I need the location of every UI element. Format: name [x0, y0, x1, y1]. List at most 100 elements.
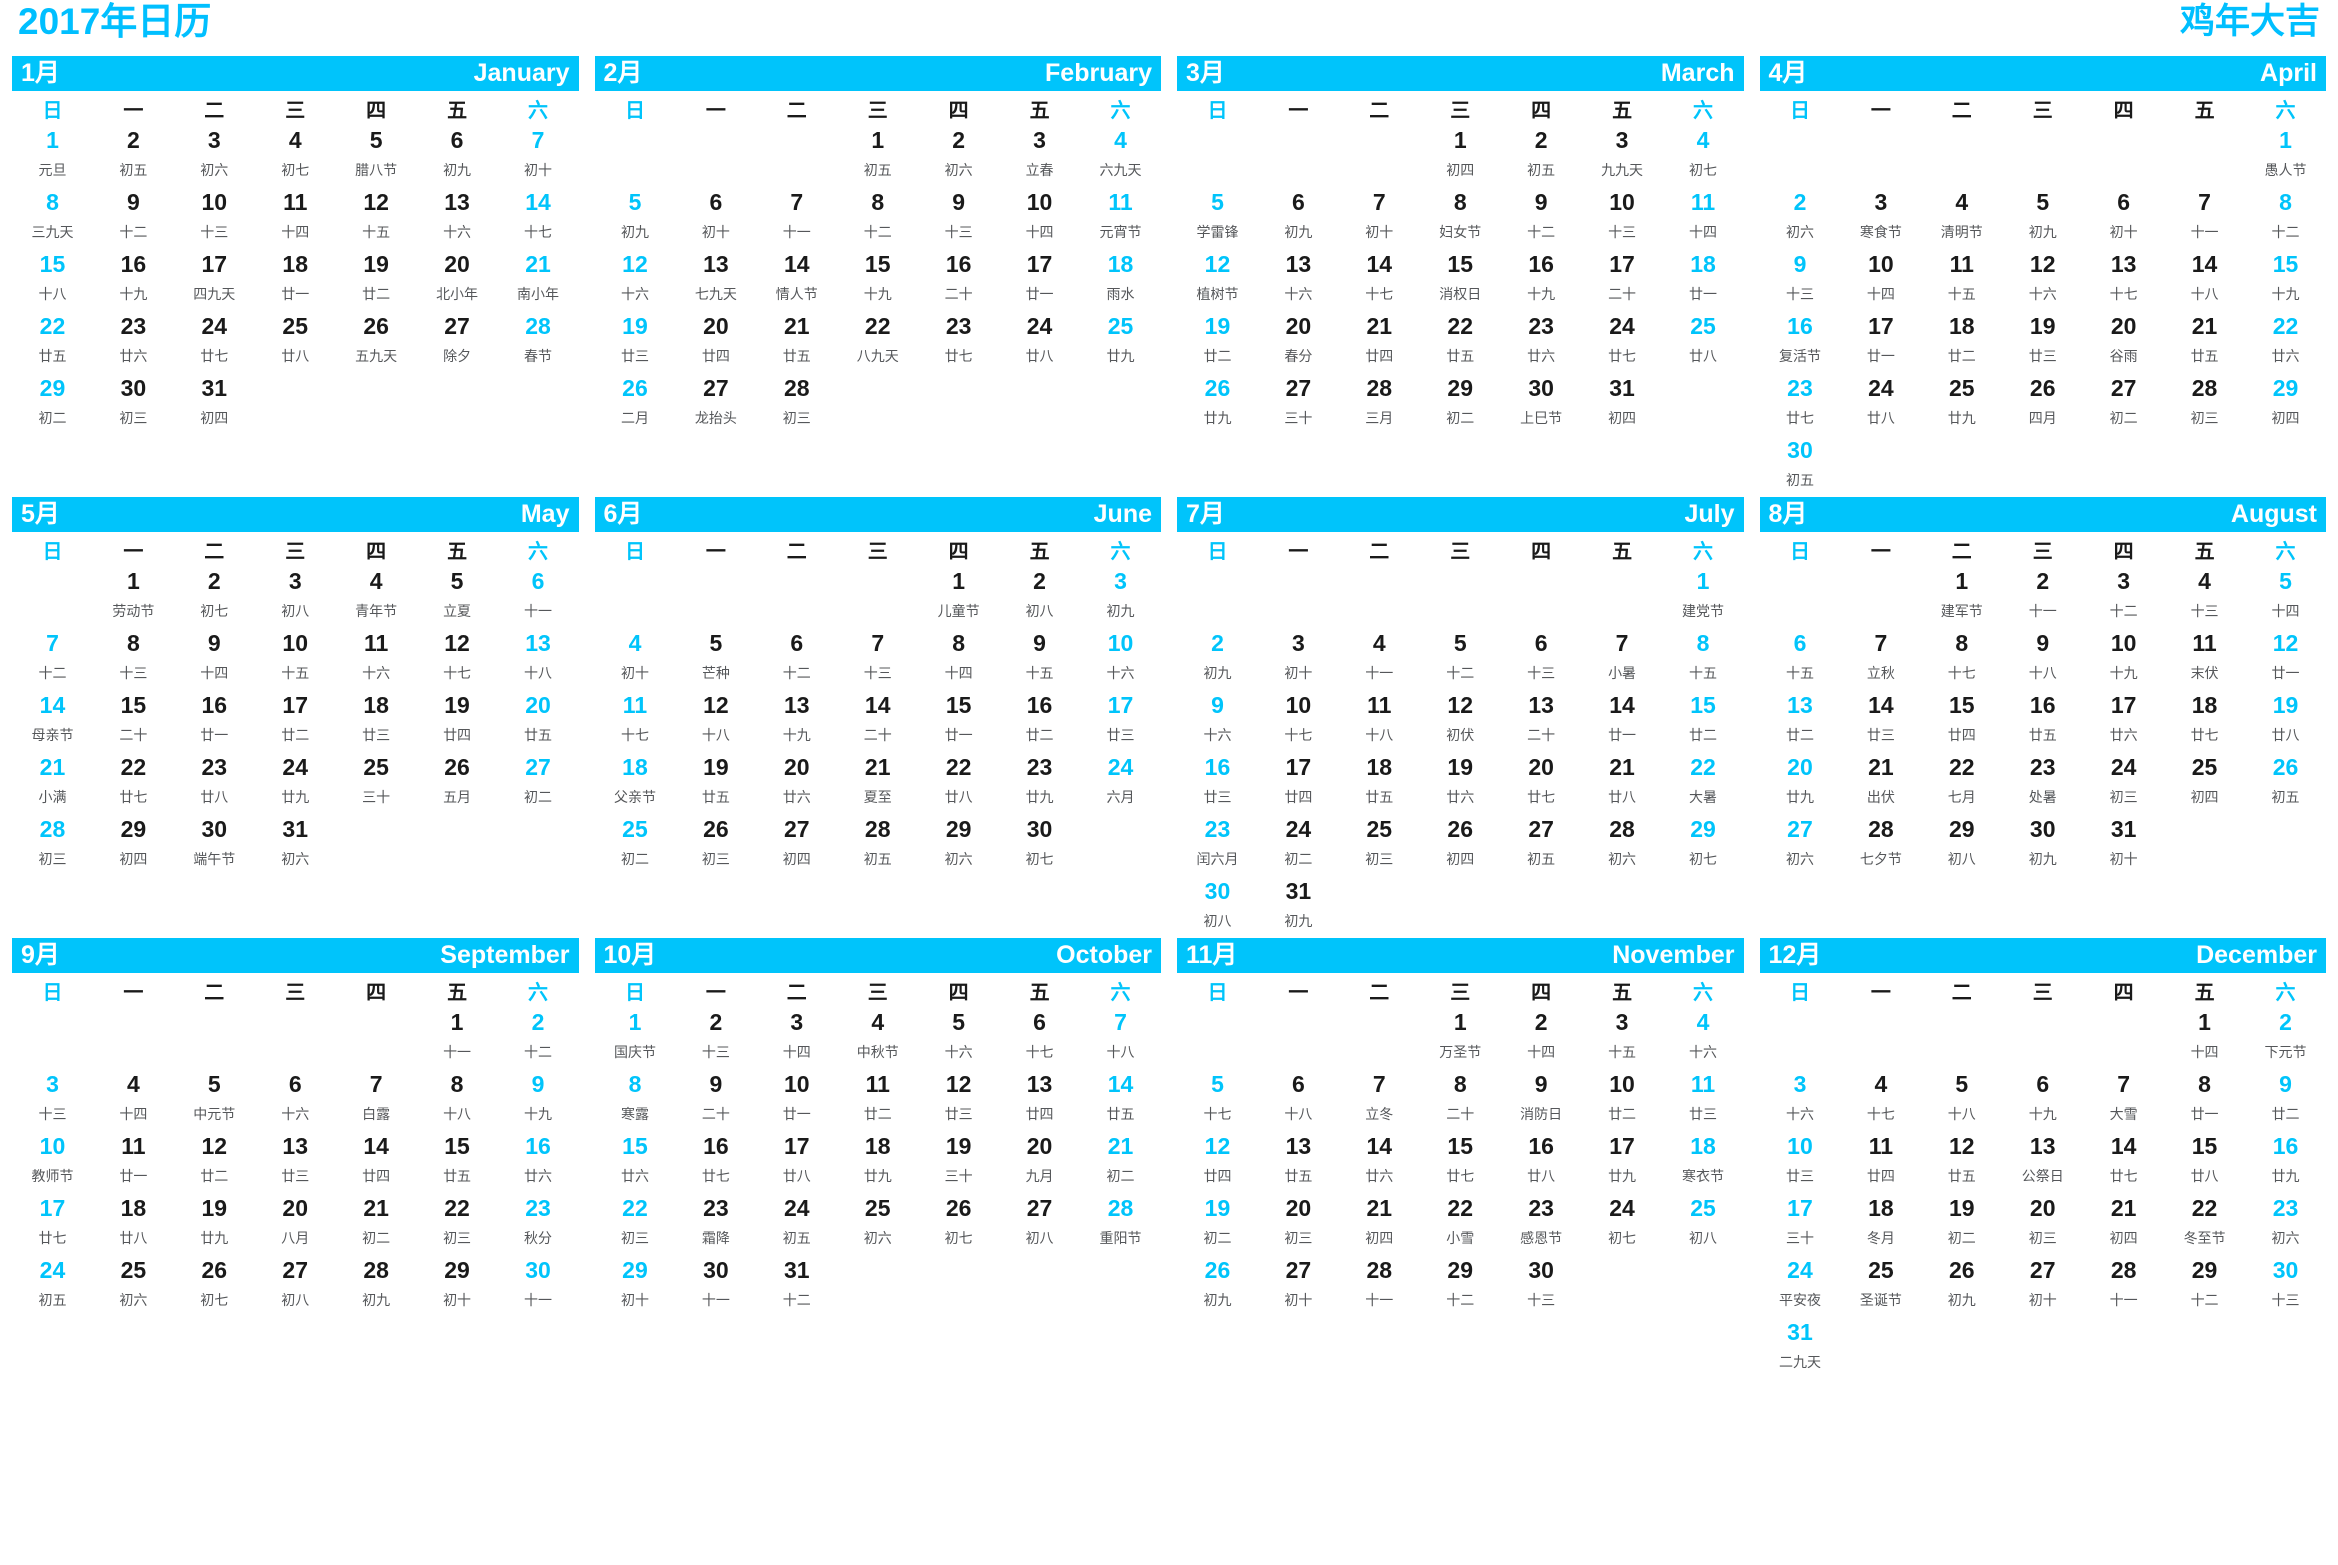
day-cell[interactable]: 13	[417, 187, 498, 218]
day-cell[interactable]: 23	[999, 752, 1080, 783]
day-cell[interactable]: 3	[1080, 566, 1161, 597]
day-cell[interactable]: 1	[417, 1007, 498, 1038]
day-cell[interactable]: 3	[1582, 1007, 1663, 1038]
day-cell[interactable]: 14	[756, 249, 837, 280]
day-cell[interactable]: 7	[837, 628, 918, 659]
day-cell[interactable]: 28	[336, 1255, 417, 1286]
day-cell[interactable]: 1	[1921, 566, 2002, 597]
day-cell[interactable]: 30	[1177, 876, 1258, 907]
day-cell[interactable]: 13	[756, 690, 837, 721]
day-cell[interactable]: 28	[1840, 814, 1921, 845]
day-cell[interactable]: 27	[417, 311, 498, 342]
day-cell[interactable]: 29	[1663, 814, 1744, 845]
day-cell[interactable]: 11	[1080, 187, 1161, 218]
day-cell[interactable]: 27	[999, 1193, 1080, 1224]
day-cell[interactable]: 9	[1177, 690, 1258, 721]
day-cell[interactable]: 15	[918, 690, 999, 721]
day-cell[interactable]: 23	[1501, 1193, 1582, 1224]
day-cell[interactable]: 26	[1921, 1255, 2002, 1286]
day-cell[interactable]: 23	[1501, 311, 1582, 342]
day-cell[interactable]: 25	[595, 814, 676, 845]
day-cell[interactable]: 3	[1582, 125, 1663, 156]
day-cell[interactable]: 18	[595, 752, 676, 783]
day-cell[interactable]: 11	[595, 690, 676, 721]
day-cell[interactable]: 14	[2164, 249, 2245, 280]
day-cell[interactable]: 25	[255, 311, 336, 342]
day-cell[interactable]: 18	[1080, 249, 1161, 280]
day-cell[interactable]: 25	[1663, 311, 1744, 342]
day-cell[interactable]: 5	[2245, 566, 2326, 597]
day-cell[interactable]: 12	[174, 1131, 255, 1162]
day-cell[interactable]: 3	[1840, 187, 1921, 218]
day-cell[interactable]: 15	[837, 249, 918, 280]
day-cell[interactable]: 30	[498, 1255, 579, 1286]
day-cell[interactable]: 3	[255, 566, 336, 597]
day-cell[interactable]: 19	[1177, 311, 1258, 342]
day-cell[interactable]: 11	[1339, 690, 1420, 721]
day-cell[interactable]: 15	[2164, 1131, 2245, 1162]
day-cell[interactable]: 25	[93, 1255, 174, 1286]
day-cell[interactable]: 22	[1420, 311, 1501, 342]
day-cell[interactable]: 1	[2245, 125, 2326, 156]
day-cell[interactable]: 23	[2002, 752, 2083, 783]
day-cell[interactable]: 12	[336, 187, 417, 218]
day-cell[interactable]: 12	[2002, 249, 2083, 280]
day-cell[interactable]: 26	[918, 1193, 999, 1224]
day-cell[interactable]: 31	[174, 373, 255, 404]
day-cell[interactable]: 18	[336, 690, 417, 721]
day-cell[interactable]: 22	[837, 311, 918, 342]
day-cell[interactable]: 19	[1420, 752, 1501, 783]
day-cell[interactable]: 2	[999, 566, 1080, 597]
day-cell[interactable]: 6	[2083, 187, 2164, 218]
day-cell[interactable]: 5	[918, 1007, 999, 1038]
day-cell[interactable]: 6	[255, 1069, 336, 1100]
day-cell[interactable]: 30	[1760, 435, 1841, 466]
day-cell[interactable]: 27	[675, 373, 756, 404]
day-cell[interactable]: 12	[2245, 628, 2326, 659]
day-cell[interactable]: 20	[2002, 1193, 2083, 1224]
day-cell[interactable]: 15	[1420, 1131, 1501, 1162]
day-cell[interactable]: 9	[498, 1069, 579, 1100]
day-cell[interactable]: 4	[1663, 125, 1744, 156]
day-cell[interactable]: 7	[2083, 1069, 2164, 1100]
day-cell[interactable]: 13	[675, 249, 756, 280]
day-cell[interactable]: 23	[2245, 1193, 2326, 1224]
day-cell[interactable]: 13	[1258, 1131, 1339, 1162]
day-cell[interactable]: 5	[1177, 1069, 1258, 1100]
day-cell[interactable]: 2	[174, 566, 255, 597]
day-cell[interactable]: 14	[498, 187, 579, 218]
day-cell[interactable]: 2	[1177, 628, 1258, 659]
day-cell[interactable]: 7	[1339, 187, 1420, 218]
day-cell[interactable]: 28	[1339, 1255, 1420, 1286]
day-cell[interactable]: 28	[1339, 373, 1420, 404]
day-cell[interactable]: 7	[12, 628, 93, 659]
day-cell[interactable]: 13	[255, 1131, 336, 1162]
day-cell[interactable]: 28	[2083, 1255, 2164, 1286]
day-cell[interactable]: 25	[1339, 814, 1420, 845]
day-cell[interactable]: 16	[675, 1131, 756, 1162]
day-cell[interactable]: 10	[1582, 1069, 1663, 1100]
day-cell[interactable]: 15	[595, 1131, 676, 1162]
day-cell[interactable]: 26	[675, 814, 756, 845]
day-cell[interactable]: 10	[2083, 628, 2164, 659]
day-cell[interactable]: 22	[417, 1193, 498, 1224]
day-cell[interactable]: 30	[174, 814, 255, 845]
day-cell[interactable]: 24	[174, 311, 255, 342]
day-cell[interactable]: 1	[837, 125, 918, 156]
day-cell[interactable]: 2	[2245, 1007, 2326, 1038]
day-cell[interactable]: 8	[1663, 628, 1744, 659]
day-cell[interactable]: 7	[1582, 628, 1663, 659]
day-cell[interactable]: 20	[255, 1193, 336, 1224]
day-cell[interactable]: 24	[1582, 311, 1663, 342]
day-cell[interactable]: 21	[336, 1193, 417, 1224]
day-cell[interactable]: 31	[255, 814, 336, 845]
day-cell[interactable]: 11	[2164, 628, 2245, 659]
day-cell[interactable]: 21	[837, 752, 918, 783]
day-cell[interactable]: 6	[675, 187, 756, 218]
day-cell[interactable]: 24	[1840, 373, 1921, 404]
day-cell[interactable]: 28	[2164, 373, 2245, 404]
day-cell[interactable]: 13	[1760, 690, 1841, 721]
day-cell[interactable]: 16	[1501, 249, 1582, 280]
day-cell[interactable]: 6	[999, 1007, 1080, 1038]
day-cell[interactable]: 25	[1080, 311, 1161, 342]
